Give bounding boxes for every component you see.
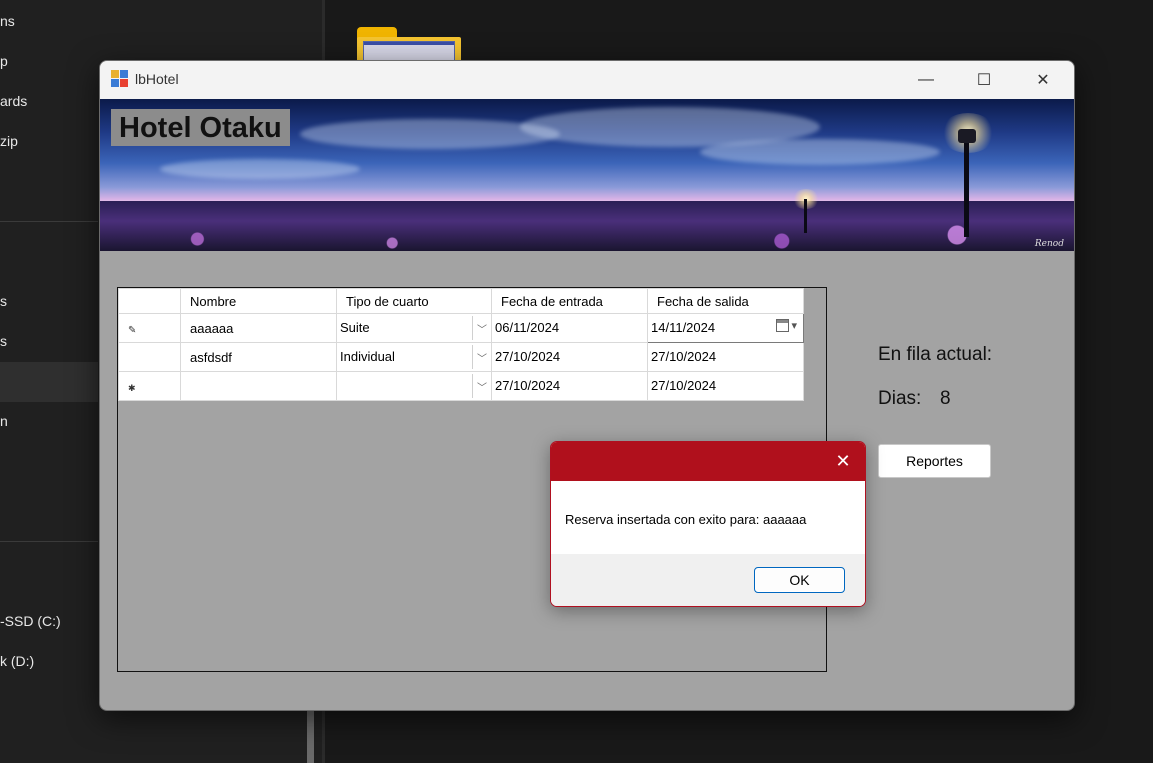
- cell-tipo[interactable]: Suite ﹀: [336, 313, 492, 343]
- cell-nombre[interactable]: [180, 371, 337, 401]
- cell-tipo[interactable]: ﹀: [336, 371, 492, 401]
- dialog-footer: OK: [551, 554, 865, 606]
- column-header-nombre[interactable]: Nombre: [180, 288, 337, 314]
- sidebar-item[interactable]: p: [0, 53, 8, 69]
- sidebar-item[interactable]: ns: [0, 13, 15, 29]
- days-value: 8: [940, 388, 951, 409]
- table-row[interactable]: ✎ aaaaaa Suite ﹀ 06/11/2024 14/11/2024 ▾: [118, 313, 804, 343]
- cell-entrada[interactable]: 06/11/2024: [491, 313, 648, 343]
- window-titlebar[interactable]: lbHotel — ☐ ✕: [100, 61, 1074, 99]
- dialog-close-button[interactable]: ✕: [821, 442, 865, 481]
- chevron-down-icon[interactable]: ﹀: [472, 316, 491, 340]
- row-header[interactable]: ✱: [118, 371, 181, 401]
- close-icon: ✕: [835, 451, 851, 471]
- table-row-new[interactable]: ✱ ﹀ 27/10/2024 27/10/2024: [118, 371, 804, 401]
- new-row-asterisk-icon: ✱: [128, 382, 136, 393]
- sidebar-item[interactable]: s: [0, 293, 7, 309]
- dialog-titlebar[interactable]: ✕: [551, 442, 865, 481]
- folder-icon[interactable]: [357, 27, 461, 65]
- cell-salida-datepicker[interactable]: 14/11/2024 ▾: [647, 313, 804, 343]
- edit-pencil-icon: ✎: [128, 324, 137, 336]
- dialog-message: Reserva insertada con exito para: aaaaaa: [565, 512, 807, 527]
- current-row-label: En fila actual:: [878, 344, 993, 365]
- chevron-down-icon[interactable]: ﹀: [472, 345, 491, 369]
- days-label: Dias:: [878, 388, 922, 409]
- row-header-corner: [118, 288, 181, 314]
- grid-header-row: Nombre Tipo de cuarto Fecha de entrada F…: [118, 288, 804, 314]
- sidebar-divider: [0, 221, 98, 222]
- cell-nombre[interactable]: asfdsdf: [180, 342, 337, 372]
- maximize-button[interactable]: ☐: [955, 61, 1013, 99]
- ok-button[interactable]: OK: [754, 567, 845, 593]
- minimize-button[interactable]: —: [897, 61, 955, 99]
- cell-salida[interactable]: 27/10/2024: [647, 342, 804, 372]
- column-header-salida[interactable]: Fecha de salida: [647, 288, 804, 314]
- cell-nombre[interactable]: aaaaaa: [180, 313, 337, 343]
- reportes-button[interactable]: Reportes: [878, 444, 991, 478]
- sidebar-item-drive-c[interactable]: -SSD (C:): [0, 613, 61, 629]
- message-dialog: ✕ Reserva insertada con exito para: aaaa…: [550, 441, 866, 607]
- cell-salida[interactable]: 27/10/2024: [647, 371, 804, 401]
- hotel-title: Hotel Otaku: [111, 109, 290, 146]
- column-header-entrada[interactable]: Fecha de entrada: [491, 288, 648, 314]
- minimize-icon: —: [918, 71, 934, 88]
- row-header[interactable]: [118, 342, 181, 372]
- cell-tipo[interactable]: Individual ﹀: [336, 342, 492, 372]
- cell-entrada[interactable]: 27/10/2024: [491, 342, 648, 372]
- maximize-icon: ☐: [976, 72, 992, 89]
- app-window: lbHotel — ☐ ✕ Hotel Otaku Renod Nombre T…: [99, 60, 1075, 711]
- sidebar-item[interactable]: n: [0, 413, 8, 429]
- calendar-dropdown-icon[interactable]: ▾: [776, 319, 797, 332]
- sidebar-item[interactable]: zip: [0, 133, 18, 149]
- close-icon: ✕: [1036, 72, 1050, 89]
- window-title: lbHotel: [135, 71, 179, 87]
- app-icon: [111, 70, 129, 88]
- sidebar-item-drive-d[interactable]: k (D:): [0, 653, 34, 669]
- sidebar-item[interactable]: ards: [0, 93, 27, 109]
- hotel-banner-image: Hotel Otaku Renod: [100, 99, 1074, 251]
- cell-entrada[interactable]: 27/10/2024: [491, 371, 648, 401]
- explorer-selected-item[interactable]: [0, 362, 98, 402]
- column-header-tipo[interactable]: Tipo de cuarto: [336, 288, 492, 314]
- table-row[interactable]: asfdsdf Individual ﹀ 27/10/2024 27/10/202…: [118, 342, 804, 372]
- sidebar-item[interactable]: s: [0, 333, 7, 349]
- row-header[interactable]: ✎: [118, 313, 181, 343]
- chevron-down-icon[interactable]: ﹀: [472, 374, 491, 398]
- sidebar-divider: [0, 541, 98, 542]
- artist-signature: Renod: [1034, 239, 1064, 249]
- close-button[interactable]: ✕: [1014, 61, 1072, 99]
